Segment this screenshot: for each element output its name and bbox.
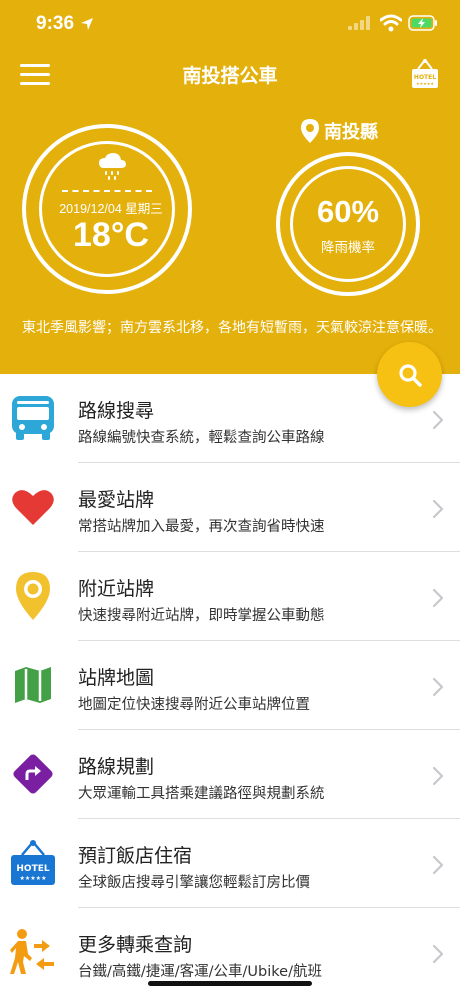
svg-text:★★★★★: ★★★★★ bbox=[20, 875, 47, 882]
list-item-hotel-booking[interactable]: HOTEL ★★★★★ 預訂飯店住宿 全球飯店搜尋引擎讓您輕鬆訂房比價 bbox=[0, 819, 460, 908]
weather-date: 2019/12/04 星期三 bbox=[59, 202, 163, 216]
rain-probability: 60% bbox=[316, 194, 380, 229]
hotel-badge-text: HOTEL bbox=[414, 74, 436, 81]
weather-forecast: 東北季風影響；南方雲系北移，各地有短暫雨，天氣較涼注意保暖。 bbox=[22, 320, 442, 336]
county-selector[interactable]: 南投縣 bbox=[300, 118, 378, 144]
wifi-icon bbox=[380, 14, 402, 32]
list-item-favorite-stops[interactable]: 最愛站牌 常搭站牌加入最愛，再次查詢省時快速 bbox=[0, 463, 460, 552]
list-item-title: 路線規劃 bbox=[78, 756, 155, 778]
list-item-description: 常搭站牌加入最愛，再次查詢省時快速 bbox=[78, 519, 325, 535]
signal-icon bbox=[348, 16, 370, 30]
transfer-walker-icon bbox=[10, 928, 56, 976]
location-pin-icon bbox=[301, 119, 319, 143]
list-item-nearby-stops[interactable]: 附近站牌 快速搜尋附近站牌，即時掌握公車動態 bbox=[0, 552, 460, 641]
list-item-title: 更多轉乘查詢 bbox=[78, 934, 193, 956]
status-time: 9:36 bbox=[36, 13, 75, 34]
list-item-title: 最愛站牌 bbox=[78, 489, 155, 511]
list-item-description: 全球飯店搜尋引擎讓您輕鬆訂房比價 bbox=[78, 875, 310, 891]
hotel-badge-text: HOTEL bbox=[16, 864, 49, 874]
bus-icon bbox=[10, 394, 56, 442]
status-bar: 9:36 bbox=[0, 0, 460, 50]
page-title: 南投搭公車 bbox=[182, 66, 278, 87]
weather-temperature: 18°C bbox=[73, 216, 149, 254]
chevron-right-icon bbox=[432, 410, 444, 430]
chevron-right-icon bbox=[432, 855, 444, 875]
weather-divider bbox=[62, 190, 152, 192]
list-item-stop-map[interactable]: 站牌地圖 地圖定位快速搜尋附近公車站牌位置 bbox=[0, 641, 460, 730]
home-indicator[interactable] bbox=[148, 981, 312, 986]
list-item-title: 附近站牌 bbox=[78, 578, 155, 600]
location-arrow-icon bbox=[81, 18, 93, 30]
battery-charging-icon bbox=[408, 15, 437, 31]
list-item-description: 台鐵/高鐵/捷運/客運/公車/Ubike/航班 bbox=[78, 964, 322, 980]
weather-header: 9:36 南投搭公車 HOTEL ★★★★★ 2019/12/04 星期三 18… bbox=[0, 0, 460, 374]
route-sign-icon bbox=[10, 750, 56, 798]
list-item-description: 大眾運輸工具搭乘建議路徑與規劃系統 bbox=[78, 786, 325, 802]
list-item-description: 快速搜尋附近站牌，即時掌握公車動態 bbox=[78, 608, 325, 624]
map-icon bbox=[10, 661, 56, 709]
list-item-route-planning[interactable]: 路線規劃 大眾運輸工具搭乘建議路徑與規劃系統 bbox=[0, 730, 460, 819]
hotel-sign-icon: HOTEL ★★★★★ bbox=[10, 839, 56, 887]
list-item-route-search[interactable]: 路線搜尋 路線編號快查系統，輕鬆查詢公車路線 bbox=[0, 374, 460, 463]
rain-cloud-icon bbox=[99, 153, 126, 180]
chevron-right-icon bbox=[432, 766, 444, 786]
svg-text:★★★★★: ★★★★★ bbox=[416, 81, 434, 86]
chevron-right-icon bbox=[432, 677, 444, 697]
list-item-description: 地圖定位快速搜尋附近公車站牌位置 bbox=[78, 697, 310, 713]
list-item-title: 站牌地圖 bbox=[78, 667, 155, 689]
list-item-description: 路線編號快查系統，輕鬆查詢公車路線 bbox=[78, 430, 325, 446]
chevron-right-icon bbox=[432, 944, 444, 964]
chevron-right-icon bbox=[432, 588, 444, 608]
hotel-button[interactable]: HOTEL ★★★★★ bbox=[410, 58, 440, 90]
list-item-title: 預訂飯店住宿 bbox=[78, 845, 193, 867]
county-name: 南投縣 bbox=[324, 122, 378, 143]
map-pin-icon bbox=[10, 572, 56, 620]
hotel-sign-icon: HOTEL ★★★★★ bbox=[412, 59, 438, 88]
rain-probability-label: 降雨機率 bbox=[321, 240, 375, 256]
heart-icon bbox=[10, 483, 56, 531]
list-item-title: 路線搜尋 bbox=[78, 400, 155, 422]
chevron-right-icon bbox=[432, 499, 444, 519]
